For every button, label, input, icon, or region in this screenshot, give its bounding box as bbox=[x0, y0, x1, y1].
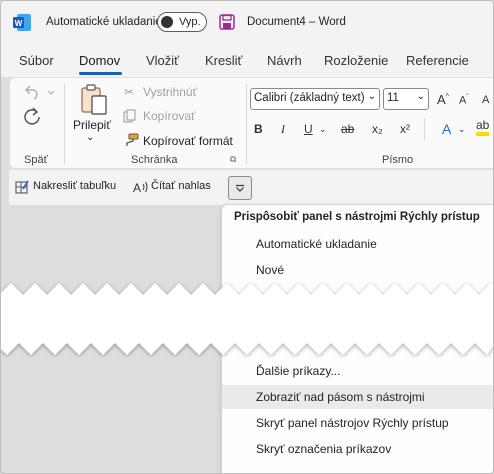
highlight-icon[interactable]: ab bbox=[476, 119, 490, 136]
active-tab-indicator bbox=[79, 72, 122, 75]
shrink-font-icon[interactable]: Aˇ bbox=[459, 94, 469, 107]
chevron-down-icon: ⌄ bbox=[416, 91, 425, 102]
menu-item-label: Automatické ukladanie bbox=[256, 237, 377, 251]
menu-item-label: Skryť označenia príkazov bbox=[256, 442, 392, 456]
paste-button[interactable]: Prilepiť bbox=[73, 118, 111, 132]
tab-references[interactable]: Referencie bbox=[406, 53, 469, 68]
read-aloud-button[interactable]: Čítať nahlas bbox=[151, 180, 211, 192]
redo-icon[interactable] bbox=[22, 106, 42, 126]
strikethrough-button[interactable]: ab bbox=[341, 122, 354, 136]
font-group-label: Písmo bbox=[382, 154, 414, 166]
underline-dropdown-icon[interactable]: ⌄ bbox=[319, 124, 327, 135]
menu-item-autosave[interactable]: Automatické ukladanie bbox=[222, 232, 493, 256]
clipboard-launcher-icon[interactable]: ⧉ bbox=[230, 154, 236, 165]
tab-insert[interactable]: Vložiť bbox=[146, 53, 179, 68]
divider bbox=[424, 118, 425, 140]
menu-item-hide-qat[interactable]: Skryť panel nástrojov Rýchly prístup bbox=[222, 411, 493, 435]
autosave-label: Automatické ukladanie bbox=[46, 16, 162, 28]
tab-layout[interactable]: Rozloženie bbox=[324, 53, 388, 68]
save-icon[interactable] bbox=[219, 14, 235, 30]
copy-button[interactable]: Kopírovať bbox=[143, 109, 196, 123]
torn-edge-break bbox=[1, 283, 493, 355]
tab-home[interactable]: Domov bbox=[79, 53, 120, 68]
font-size-select[interactable]: 11 ⌄ bbox=[383, 88, 429, 110]
toggle-knob bbox=[161, 16, 173, 28]
tab-design[interactable]: Návrh bbox=[267, 53, 302, 68]
font-name-value: Calibri (základný text) bbox=[254, 92, 365, 104]
paste-icon[interactable] bbox=[80, 84, 108, 116]
grow-font-icon[interactable]: A^ bbox=[437, 92, 449, 107]
word-logo-icon: W bbox=[13, 14, 31, 31]
menu-item-label: Nové bbox=[256, 263, 285, 277]
ribbon-tabs: Súbor Domov Vložiť Kresliť Návrh Rozlože… bbox=[1, 43, 493, 77]
word-window: W Automatické ukladanie Vyp. Document4 –… bbox=[0, 0, 494, 474]
underline-button[interactable]: U bbox=[304, 122, 313, 136]
menu-item-more-commands[interactable]: Ďalšie príkazy... bbox=[222, 359, 493, 383]
undo-icon[interactable] bbox=[22, 84, 56, 100]
font-name-select[interactable]: Calibri (základný text) ⌄ bbox=[250, 88, 380, 110]
tab-draw[interactable]: Kresliť bbox=[205, 53, 242, 68]
chevron-down-icon bbox=[236, 184, 244, 192]
copy-icon bbox=[123, 109, 136, 123]
menu-item-label: Ďalšie príkazy... bbox=[256, 364, 341, 378]
text-effects-icon[interactable]: A bbox=[442, 121, 451, 137]
divider bbox=[246, 84, 247, 164]
svg-text:A: A bbox=[133, 181, 141, 194]
format-painter-button[interactable]: Kopírovať formát bbox=[143, 134, 233, 148]
text-effects-dropdown-icon[interactable]: ⌄ bbox=[458, 124, 466, 135]
chevron-down-icon: ⌄ bbox=[367, 91, 376, 102]
tab-file[interactable]: Súbor bbox=[19, 53, 54, 68]
menu-item-label: Skryť panel nástrojov Rýchly prístup bbox=[256, 416, 449, 430]
divider bbox=[64, 84, 65, 164]
format-painter-icon bbox=[126, 133, 139, 146]
draw-table-button[interactable]: Nakresliť tabuľku bbox=[33, 180, 116, 192]
menu-item-hide-command-labels[interactable]: Skryť označenia príkazov bbox=[222, 437, 493, 461]
cut-icon: ✂ bbox=[124, 85, 135, 99]
italic-button[interactable]: I bbox=[281, 122, 285, 137]
menu-header: Prispôsobiť panel s nástrojmi Rýchly prí… bbox=[234, 211, 480, 223]
bold-button[interactable]: B bbox=[254, 122, 263, 136]
undo-group-label: Späť bbox=[24, 154, 48, 166]
menu-item-show-above-ribbon[interactable]: Zobraziť nad pásom s nástrojmi bbox=[222, 385, 493, 409]
read-aloud-icon: A bbox=[133, 181, 148, 194]
autosave-toggle[interactable]: Vyp. bbox=[157, 12, 207, 32]
clipboard-group-label: Schránka bbox=[131, 154, 178, 166]
subscript-button[interactable]: x₂ bbox=[372, 122, 383, 136]
draw-table-icon bbox=[15, 180, 29, 194]
superscript-button[interactable]: x² bbox=[400, 122, 410, 136]
document-title: Document4 – Word bbox=[247, 16, 346, 28]
title-bar: W Automatické ukladanie Vyp. Document4 –… bbox=[1, 1, 493, 43]
ribbon: Späť Prilepiť ⌄ ✂ Vystrihnúť Kopírovať K… bbox=[9, 77, 493, 169]
change-case-icon[interactable]: A bbox=[482, 94, 489, 106]
quick-access-toolbar: Nakresliť tabuľku A Čítať nahlas bbox=[9, 169, 493, 205]
customize-qat-button[interactable] bbox=[228, 176, 252, 200]
autosave-toggle-label: Vyp. bbox=[179, 16, 201, 28]
font-size-value: 11 bbox=[387, 92, 399, 104]
menu-item-label: Zobraziť nad pásom s nástrojmi bbox=[256, 390, 425, 404]
paste-dropdown-icon[interactable]: ⌄ bbox=[86, 132, 94, 143]
svg-text:W: W bbox=[15, 19, 23, 28]
cut-button[interactable]: Vystrihnúť bbox=[143, 85, 197, 99]
